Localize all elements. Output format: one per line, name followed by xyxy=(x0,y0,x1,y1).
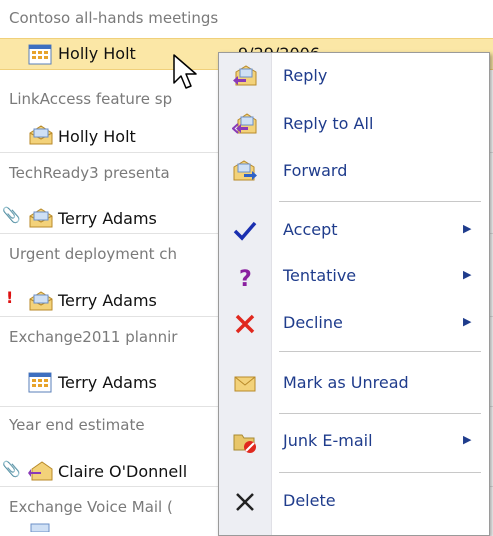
message-sender: Claire O'Donnell xyxy=(58,462,188,481)
accept-check-icon xyxy=(233,221,257,241)
mouse-pointer-icon xyxy=(173,54,197,89)
menu-item-tentative[interactable]: ? Tentative ▶ xyxy=(219,257,489,297)
calendar-icon xyxy=(28,44,52,65)
message-subject: Exchange Voice Mail ( xyxy=(9,498,173,516)
menu-item-forward[interactable]: Forward xyxy=(219,152,489,192)
menu-item-decline[interactable]: Decline ▶ xyxy=(219,304,489,344)
menu-item-label: Accept xyxy=(283,220,338,239)
message-sender: Terry Adams xyxy=(58,291,157,310)
message-sender: Terry Adams xyxy=(58,373,157,392)
svg-text:?: ? xyxy=(239,267,252,289)
delete-x-icon xyxy=(236,493,254,511)
menu-item-label: Delete xyxy=(283,491,336,510)
menu-item-delete[interactable]: Delete xyxy=(219,482,489,522)
submenu-arrow-icon: ▶ xyxy=(463,222,472,235)
menu-item-label: Reply xyxy=(283,66,328,85)
message-subject: Contoso all-hands meetings xyxy=(9,9,219,27)
menu-separator xyxy=(279,413,481,414)
menu-item-reply[interactable]: Reply xyxy=(219,57,489,97)
forward-icon xyxy=(233,160,257,181)
reply-icon xyxy=(233,65,257,86)
message-sender: Holly Holt xyxy=(58,44,136,63)
menu-separator xyxy=(279,351,481,352)
message-subject: Exchange2011 plannir xyxy=(9,328,178,346)
menu-item-reply-all[interactable]: Reply to All xyxy=(219,105,489,145)
menu-separator xyxy=(279,201,481,202)
submenu-arrow-icon: ▶ xyxy=(463,315,472,328)
reply-envelope-icon xyxy=(28,461,53,481)
menu-item-accept[interactable]: Accept ▶ xyxy=(219,211,489,251)
unread-envelope-icon xyxy=(234,376,256,392)
menu-item-label: Mark as Unread xyxy=(283,373,409,392)
menu-item-label: Reply to All xyxy=(283,114,374,133)
menu-item-label: Decline xyxy=(283,313,343,332)
submenu-arrow-icon: ▶ xyxy=(463,268,472,281)
high-importance-icon: ! xyxy=(6,288,14,307)
attachment-icon: 📎 xyxy=(2,460,21,478)
message-sender: Holly Holt xyxy=(58,127,136,146)
context-menu: Reply Reply to All Forward Accept ▶ ? Te… xyxy=(218,52,490,536)
envelope-open-icon xyxy=(29,291,53,311)
menu-item-mark-unread[interactable]: Mark as Unread xyxy=(219,364,489,404)
message-subject: TechReady3 presenta xyxy=(9,164,170,182)
message-subject: Year end estimate xyxy=(9,416,145,434)
menu-separator xyxy=(279,472,481,473)
calendar-icon xyxy=(28,372,52,393)
menu-item-junk-email[interactable]: Junk E-mail ▶ xyxy=(219,422,489,462)
junk-mail-icon xyxy=(233,434,256,453)
envelope-open-icon xyxy=(29,208,53,228)
menu-item-label: Forward xyxy=(283,161,348,180)
tentative-question-icon: ? xyxy=(239,267,252,289)
menu-item-label: Tentative xyxy=(283,266,357,285)
message-subject: Urgent deployment ch xyxy=(9,245,178,263)
decline-x-icon xyxy=(235,314,255,334)
menu-item-label: Junk E-mail xyxy=(283,431,373,450)
message-sender: Terry Adams xyxy=(58,209,157,228)
envelope-open-icon xyxy=(29,125,53,145)
reply-all-icon xyxy=(232,113,257,134)
voicemail-icon xyxy=(30,523,50,532)
submenu-arrow-icon: ▶ xyxy=(463,433,472,446)
attachment-icon: 📎 xyxy=(2,206,21,224)
message-subject: LinkAccess feature sp xyxy=(9,90,173,108)
